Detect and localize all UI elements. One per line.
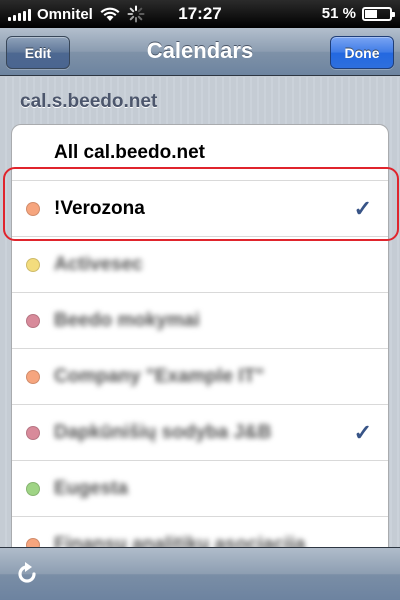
calendar-color-dot	[26, 257, 40, 272]
page-title: Calendars	[146, 38, 254, 63]
calendar-row[interactable]: !Verozona ✓	[12, 181, 388, 237]
calendar-label: Dapkūnišių sodyba J&B	[54, 421, 272, 443]
calendar-color-dot	[26, 313, 40, 328]
battery-percent: 51 %	[321, 5, 356, 22]
calendar-row[interactable]: Finansų analitikų asociacija	[12, 517, 388, 547]
calendar-row[interactable]: Company "Example IT"	[12, 349, 388, 405]
edit-button[interactable]: Edit	[6, 36, 70, 69]
calendar-group: All cal.beedo.net !Verozona ✓ Activesec Bee…	[11, 124, 389, 547]
status-bar: Omnitel 17:27 51 %	[0, 0, 400, 28]
all-calendars-row[interactable]: All cal.beedo.net	[12, 125, 388, 181]
status-right: 51 %	[321, 5, 395, 22]
bottom-toolbar	[0, 547, 400, 600]
refresh-icon[interactable]	[14, 561, 40, 587]
done-button[interactable]: Done	[330, 36, 394, 69]
section-header: cal.s.beedo.net	[20, 91, 158, 112]
calendar-color-dot	[26, 201, 40, 216]
calendar-label: Company "Example IT"	[54, 365, 265, 387]
calendar-label: Eugesta	[54, 477, 128, 499]
calendar-color-dot	[26, 425, 40, 440]
calendar-label: Finansų analitikų asociacija	[54, 533, 306, 548]
all-calendars-label: All cal.beedo.net	[54, 141, 205, 163]
calendar-row[interactable]: Eugesta	[12, 461, 388, 517]
calendar-row[interactable]: Activesec	[12, 237, 388, 293]
calendar-color-dot	[26, 481, 40, 496]
checkmark-icon: ✓	[353, 195, 372, 221]
checkmark-icon: ✓	[353, 419, 372, 445]
calendar-color-dot	[26, 537, 40, 547]
calendar-list-view[interactable]: cal.s.beedo.net All cal.beedo.net !Veroz…	[0, 77, 400, 547]
calendar-label: Activesec	[54, 253, 143, 275]
battery-icon	[362, 6, 395, 21]
calendar-row[interactable]: Dapkūnišių sodyba J&B ✓	[12, 405, 388, 461]
navigation-bar: Edit Calendars Done	[0, 28, 400, 76]
calendar-label: !Verozona	[54, 197, 145, 219]
calendar-label: Beedo mokymai	[54, 309, 200, 331]
battery-fill	[365, 9, 378, 18]
calendar-color-dot	[26, 369, 40, 384]
calendar-row[interactable]: Beedo mokymai	[12, 293, 388, 349]
